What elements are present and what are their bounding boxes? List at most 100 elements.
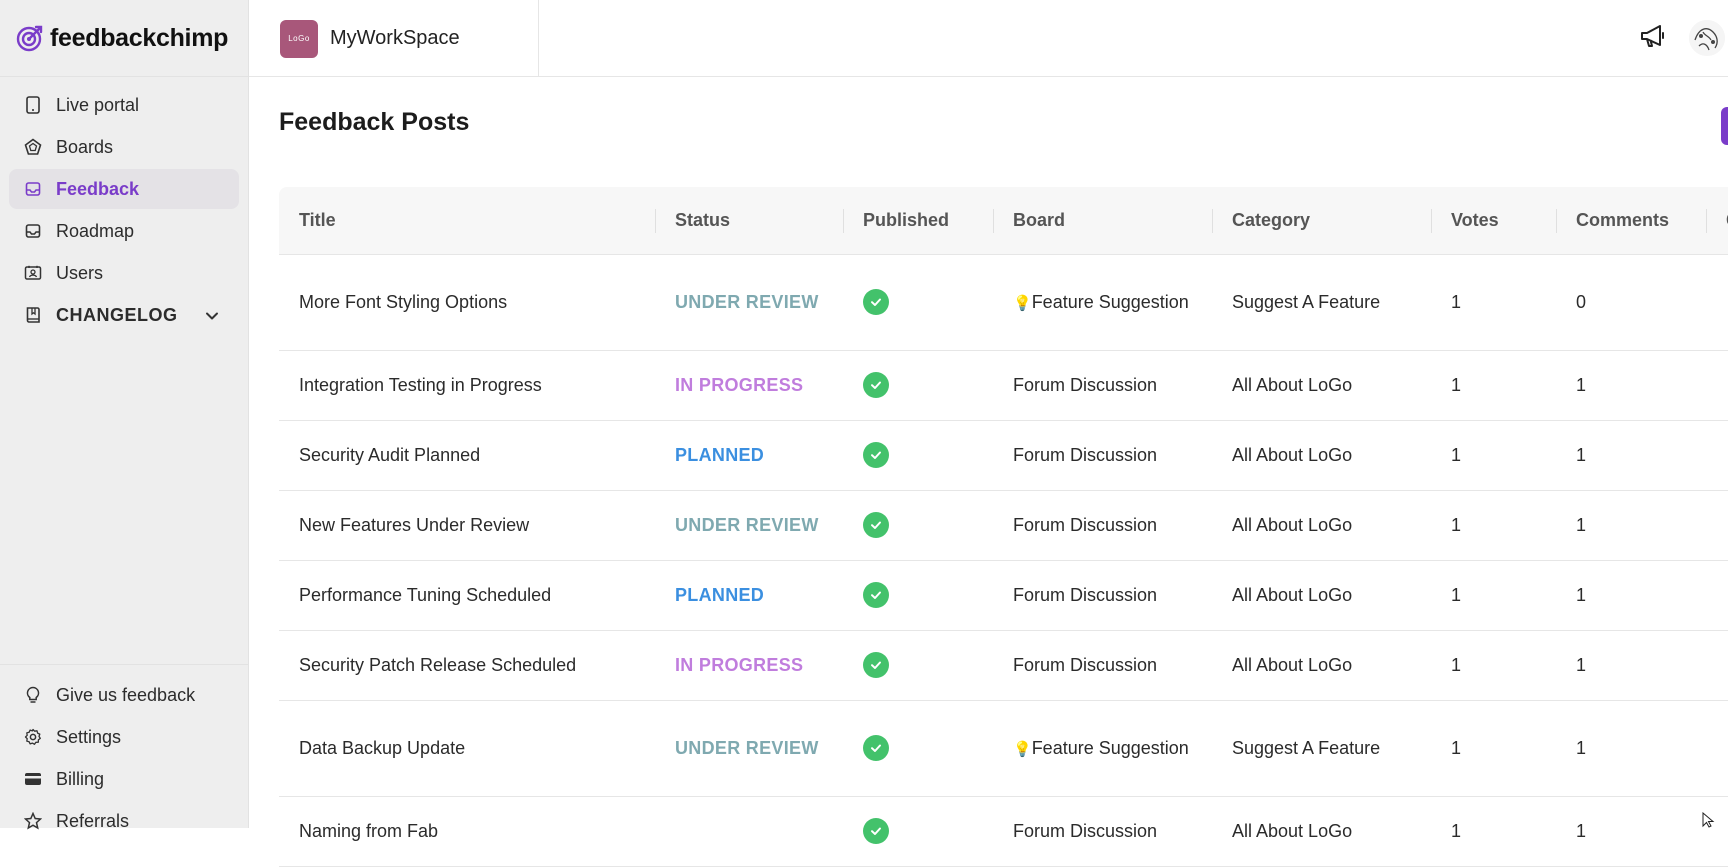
sidebar-item-feedback[interactable]: Feedback [9,169,239,209]
avatar[interactable] [1689,20,1725,56]
table-row[interactable]: Security Patch Release Scheduled IN PROGR… [279,631,1728,701]
post-title[interactable]: Performance Tuning Scheduled [279,582,655,609]
votes-count: 1 [1451,821,1462,841]
sidebar-item-billing[interactable]: Billing [9,759,240,799]
status-badge: UNDER REVIEW [675,292,819,312]
create-post-button[interactable] [1721,107,1728,145]
votes-count: 1 [1451,515,1462,535]
published-cell [843,651,993,680]
lightbulb-emoji: 💡 [1013,740,1032,758]
published-cell [843,581,993,610]
star-icon [24,812,42,830]
table-row[interactable]: Security Audit Planned PLANNED Forum Discu… [279,421,1728,491]
votes-count: 1 [1451,292,1462,312]
comments-count: 1 [1576,515,1587,535]
status-badge: UNDER REVIEW [675,515,819,535]
board-name: Forum Discussion [1013,374,1158,395]
table-row[interactable]: Data Backup Update UNDER REVIEW 💡Feature S… [279,701,1728,797]
column-header-published[interactable]: Published [843,187,993,254]
sidebar-item-boards[interactable]: Boards [9,127,239,167]
column-header-board[interactable]: Board [993,187,1212,254]
published-cell [843,288,993,317]
column-header-title[interactable]: Title [279,187,655,254]
board-cell: 💡Feature Suggestion [993,735,1212,763]
brand[interactable]: feedbackchimp [0,0,248,77]
sidebar-bottom: Give us feedback Settings Billing Referr… [0,664,249,843]
sidebar-item-changelog[interactable]: CHANGELOG [9,295,239,335]
post-title[interactable]: Naming from Fab [279,818,655,845]
published-cell [843,734,993,763]
category-cell: Suggest A Feature [1232,738,1381,758]
sidebar-item-label: CHANGELOG [56,304,178,325]
category-cell: All About LoGo [1232,585,1353,605]
sidebar-item-roadmap[interactable]: Roadmap [9,211,239,251]
workspace-logo: LoGo [280,19,318,58]
megaphone-icon[interactable] [1639,22,1667,50]
feedback-table: Title Status Published Board Category Vo… [279,187,1728,867]
comments-count: 1 [1576,445,1587,465]
sidebar-nav: Live portal Boards Feedback Roadmap User… [0,77,248,345]
sidebar-item-label: Boards [56,136,114,157]
post-title[interactable]: Data Backup Update [279,735,655,762]
column-header-comments[interactable]: Comments [1556,187,1706,254]
comments-count: 1 [1576,375,1587,395]
post-title[interactable]: Security Audit Planned [279,442,655,469]
published-cell [843,511,993,540]
status-badge: PLANNED [675,445,765,465]
votes-count: 1 [1451,445,1462,465]
credit-card-icon [24,770,42,788]
category-cell: All About LoGo [1232,515,1353,535]
brand-name: feedbackchimp [50,23,229,52]
post-title[interactable]: New Features Under Review [279,512,655,539]
column-header-votes[interactable]: Votes [1431,187,1556,254]
table-row[interactable]: Performance Tuning Scheduled PLANNED Forum… [279,561,1728,631]
comments-count: 1 [1576,655,1587,675]
status-badge: IN PROGRESS [675,655,804,675]
board-cell: Forum Discussion [993,652,1212,680]
board-name: Forum Discussion [1013,514,1158,535]
sidebar-item-label: Users [56,262,104,283]
sidebar-item-settings[interactable]: Settings [9,717,240,757]
published-cell [843,441,993,470]
board-name: Forum Discussion [1013,584,1158,605]
board-name: Feature Suggestion [1031,291,1189,312]
chevron-down-icon[interactable] [205,305,219,326]
column-header-status[interactable]: Status [655,187,843,254]
votes-count: 1 [1451,585,1462,605]
check-circle-icon [863,441,889,468]
column-header-more[interactable]: C [1706,187,1728,254]
workspace-switcher[interactable]: LoGo MyWorkSpace [249,0,539,77]
target-logo-icon [16,25,43,52]
comments-count: 0 [1576,292,1587,312]
comments-count: 1 [1576,738,1587,758]
board-name: Forum Discussion [1013,820,1158,841]
top-header: LoGo MyWorkSpace [249,0,1728,77]
comments-count: 1 [1576,585,1587,605]
published-cell [843,371,993,400]
post-title[interactable]: Integration Testing in Progress [279,372,655,399]
check-circle-icon [863,817,889,844]
board-cell: Forum Discussion [993,442,1212,470]
sidebar-item-label: Roadmap [56,220,135,241]
table-row[interactable]: Naming from Fab Forum Discussion All About… [279,797,1728,867]
sidebar-item-users[interactable]: Users [9,253,239,293]
sidebar-item-label: Settings [56,726,122,747]
category-cell: All About LoGo [1232,655,1353,675]
check-circle-icon [863,581,889,608]
table-row[interactable]: Integration Testing in Progress IN PROGRE… [279,351,1728,421]
category-cell: Suggest A Feature [1232,292,1381,312]
check-circle-icon [863,511,889,538]
table-row[interactable]: More Font Styling Options UNDER REVIEW 💡Fe… [279,255,1728,351]
sidebar-item-give-feedback[interactable]: Give us feedback [9,675,240,715]
post-title[interactable]: Security Patch Release Scheduled [279,652,655,679]
sidebar-item-referrals[interactable]: Referrals [9,801,240,841]
category-cell: All About LoGo [1232,375,1353,395]
table-row[interactable]: New Features Under Review UNDER REVIEW For… [279,491,1728,561]
sidebar-item-live-portal[interactable]: Live portal [9,85,239,125]
pentagon-icon [24,138,42,156]
column-header-category[interactable]: Category [1212,187,1431,254]
book-icon [24,306,42,324]
post-title[interactable]: More Font Styling Options [279,289,655,316]
gear-icon [24,728,42,746]
check-circle-icon [863,371,889,398]
